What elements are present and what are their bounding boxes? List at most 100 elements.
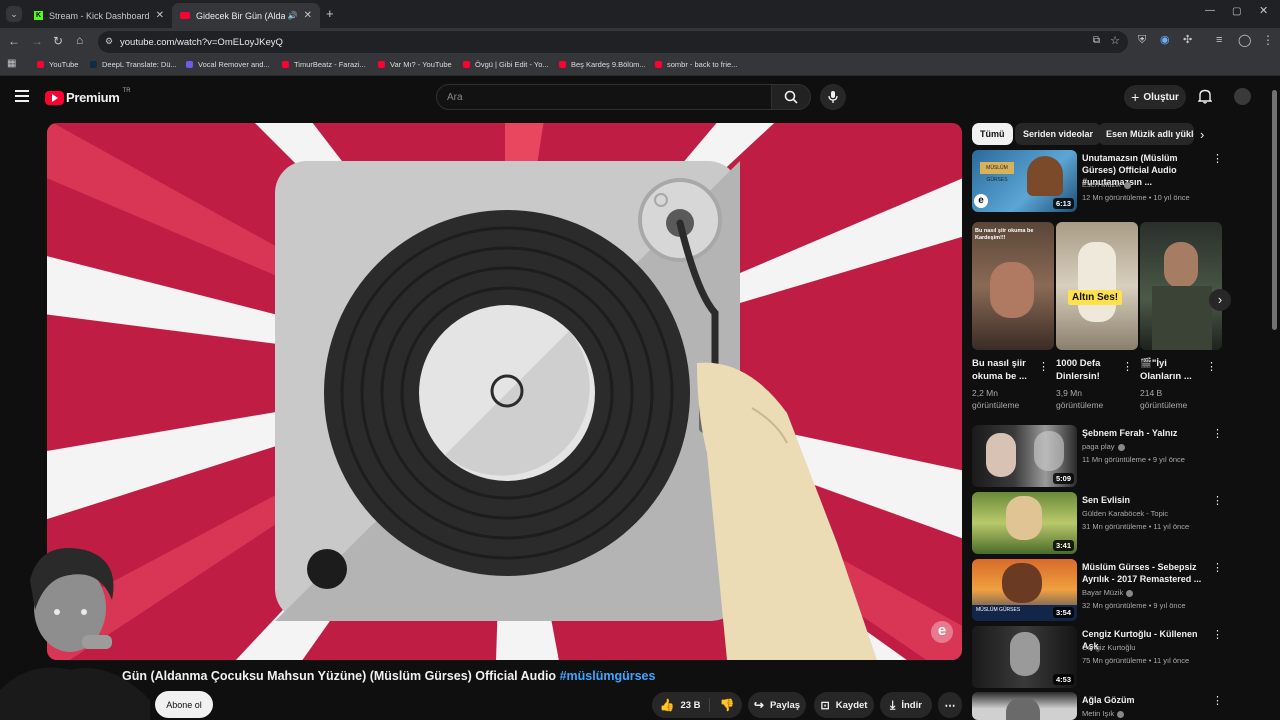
hashtag-link[interactable]: #müslümgürses <box>560 669 656 683</box>
subscribe-button[interactable]: Abone ol <box>155 691 213 718</box>
close-window-icon[interactable]: ✕ <box>1259 6 1268 17</box>
video-thumbnail[interactable]: 3:41 <box>972 492 1077 554</box>
rec-channel: paga play <box>1082 442 1125 451</box>
short-item[interactable]: 🎬"İyi Olanların ... 214 B görüntüleme ⋮ <box>1140 222 1222 411</box>
hamburger-menu-icon[interactable] <box>15 90 29 102</box>
like-button[interactable]: 👍 23 B <box>660 698 710 712</box>
reload-icon[interactable]: ↻ <box>53 35 63 47</box>
youtube-logo[interactable]: Premium TR <box>45 88 131 105</box>
list-item[interactable]: 3:41 Sen Evlisin Gülden Karaböcek - Topi… <box>972 492 1232 554</box>
more-vertical-icon[interactable]: ⋮ <box>1122 360 1133 373</box>
more-vertical-icon[interactable]: ⋮ <box>1212 427 1223 440</box>
list-item[interactable]: MÜSLÜM GÜRSES e 6:13 Unutamazsın (Müslüm… <box>972 150 1232 214</box>
video-thumbnail[interactable] <box>972 692 1077 720</box>
tab-youtube-video[interactable]: Gidecek Bir Gün (Aldanma Ç 🔊 ✕ <box>172 3 320 28</box>
channel-name: Metin Işık <box>1082 709 1115 718</box>
more-vertical-icon[interactable]: ⋮ <box>1212 694 1223 707</box>
bookmark-deepl[interactable]: DeepL Translate: Dü... <box>90 60 177 69</box>
rec-channel: Metin Işık <box>1082 709 1125 718</box>
short-thumbnail[interactable]: Bu nasıl şiir okuma be Kardeşim!!! <box>972 222 1054 350</box>
video-thumbnail[interactable]: MÜSLÜM GÜRSES 3:54 <box>972 559 1077 621</box>
more-vertical-icon[interactable]: ⋮ <box>1038 360 1049 373</box>
list-item[interactable]: 5:09 Şebnem Ferah - Yalnız paga play 11 … <box>972 425 1232 487</box>
voice-search-button[interactable] <box>820 84 846 110</box>
more-vertical-icon[interactable]: ⋮ <box>1212 561 1223 574</box>
list-item[interactable]: 4:53 Cengiz Kurtoğlu - Küllenen Aşk Ceng… <box>972 626 1232 688</box>
save-button[interactable]: ⊡ Kaydet <box>814 692 874 718</box>
list-item[interactable]: MÜSLÜM GÜRSES 3:54 Müslüm Gürses - Sebep… <box>972 559 1232 621</box>
minimize-icon[interactable]: — <box>1205 6 1215 16</box>
chip-all[interactable]: Tümü <box>972 123 1013 145</box>
chips-next-icon[interactable]: › <box>1200 127 1204 142</box>
notifications-bell-icon[interactable] <box>1197 88 1213 109</box>
short-overlay-text: Altın Ses! <box>1068 290 1123 305</box>
short-thumbnail[interactable] <box>1140 222 1222 350</box>
video-thumbnail[interactable]: MÜSLÜM GÜRSES e 6:13 <box>972 150 1077 212</box>
chip-series-videos[interactable]: Seriden videolar <box>1015 123 1102 145</box>
channel-name: Gülden Karaböcek - Topic <box>1082 509 1169 518</box>
url-bar[interactable]: ⚙ youtube.com/watch?v=OmELoyJKeyQ ⧉ ☆ <box>98 31 1128 53</box>
extension-shield-icon[interactable]: ⛨ <box>1138 35 1146 46</box>
video-thumbnail[interactable]: 4:53 <box>972 626 1077 688</box>
download-icon: ⤓ <box>890 697 896 712</box>
rec-meta: 75 Mn görüntüleme • 11 yıl önce <box>1082 656 1190 665</box>
media-control-icon[interactable]: ≡ <box>1216 35 1222 46</box>
list-item[interactable]: Ağla Gözüm Metin Işık ⋮ <box>972 692 1232 720</box>
more-vertical-icon[interactable]: ⋮ <box>1212 494 1223 507</box>
dislike-button[interactable]: 👎 <box>716 698 735 712</box>
chip-channel-uploads[interactable]: Esen Müzik adlı yükle <box>1098 123 1194 145</box>
bookmark-sombr[interactable]: sombr - back to frie... <box>655 60 737 69</box>
audio-playing-icon[interactable]: 🔊 <box>288 11 298 20</box>
more-actions-button[interactable]: ⋯ <box>938 692 962 718</box>
more-vertical-icon[interactable]: ⋮ <box>1206 360 1217 373</box>
account-avatar[interactable] <box>1234 88 1251 105</box>
bookmark-timurbeatz[interactable]: TimurBeatz - Farazi... <box>282 60 366 69</box>
new-tab-icon[interactable]: + <box>326 7 334 20</box>
forward-icon[interactable]: → <box>31 35 43 47</box>
share-button[interactable]: ↪ Paylaş <box>748 692 806 718</box>
short-item[interactable]: Bu nasıl şiir okuma be Kardeşim!!! Bu na… <box>972 222 1054 411</box>
maximize-icon[interactable]: ▢ <box>1232 7 1241 17</box>
back-icon[interactable]: ← <box>8 35 20 47</box>
search-button[interactable] <box>771 84 811 110</box>
bookmark-icon: ⊡ <box>820 699 830 712</box>
more-vertical-icon[interactable]: ⋮ <box>1212 628 1223 641</box>
more-horizontal-icon: ⋯ <box>944 699 956 712</box>
page-scrollbar[interactable] <box>1272 90 1277 330</box>
video-player[interactable]: e <box>47 123 962 660</box>
download-button[interactable]: ⤓ İndir <box>880 692 932 718</box>
bookmark-vocal-remover[interactable]: Vocal Remover and... <box>186 60 270 69</box>
bookmark-star-icon[interactable]: ☆ <box>1110 34 1120 47</box>
video-title: Gün (Aldanma Çocuksu Mahsun Yüzüne) (Müs… <box>122 669 655 683</box>
extension-audio-icon[interactable]: ◉ <box>1160 35 1170 46</box>
home-icon[interactable]: ⌂ <box>76 34 83 46</box>
bookmark-var-mi[interactable]: Var Mı? - YouTube <box>378 60 452 69</box>
logo-text: Premium <box>66 90 120 105</box>
bookmark-bes-kardes[interactable]: Beş Kardeş 9.Bölüm... <box>559 60 646 69</box>
search-input[interactable]: Ara <box>436 84 772 110</box>
apps-grid-icon[interactable]: ▦ <box>7 59 16 69</box>
close-tab-icon[interactable]: ✕ <box>304 10 312 21</box>
share-label: Paylaş <box>769 699 801 711</box>
install-app-icon[interactable]: ⧉ <box>1093 35 1100 46</box>
shorts-next-button[interactable]: › <box>1209 289 1231 311</box>
duration-badge: 3:54 <box>1052 607 1074 618</box>
close-tab-icon[interactable]: ✕ <box>156 10 164 21</box>
profile-icon[interactable]: ◯ <box>1238 34 1251 46</box>
tab-title: Gidecek Bir Gün (Aldanma Ç <box>196 10 285 21</box>
bookmark-ovgu[interactable]: Övgü | Gibi Edit - Yo... <box>463 60 549 69</box>
tab-search-icon[interactable]: ⌄ <box>6 6 22 22</box>
short-thumbnail[interactable]: Altın Ses! <box>1056 222 1138 350</box>
like-dislike-group: 👍 23 B 👎 <box>652 692 742 718</box>
extensions-puzzle-icon[interactable]: ✣ <box>1183 35 1192 46</box>
browser-menu-icon[interactable]: ⋮ <box>1262 34 1274 46</box>
site-info-icon[interactable]: ⚙ <box>105 36 113 47</box>
more-vertical-icon[interactable]: ⋮ <box>1212 152 1223 165</box>
create-button[interactable]: + Oluştur <box>1124 85 1186 109</box>
short-item[interactable]: Altın Ses! 1000 Defa Dinlersin! 3,9 Mn g… <box>1056 222 1138 411</box>
like-count: 23 B <box>680 699 701 711</box>
bookmark-youtube[interactable]: YouTube <box>37 60 78 69</box>
channel-watermark[interactable]: e <box>931 621 953 643</box>
tab-kick-dashboard[interactable]: K Stream - Kick Dashboard ✕ <box>26 3 172 28</box>
video-thumbnail[interactable]: 5:09 <box>972 425 1077 487</box>
